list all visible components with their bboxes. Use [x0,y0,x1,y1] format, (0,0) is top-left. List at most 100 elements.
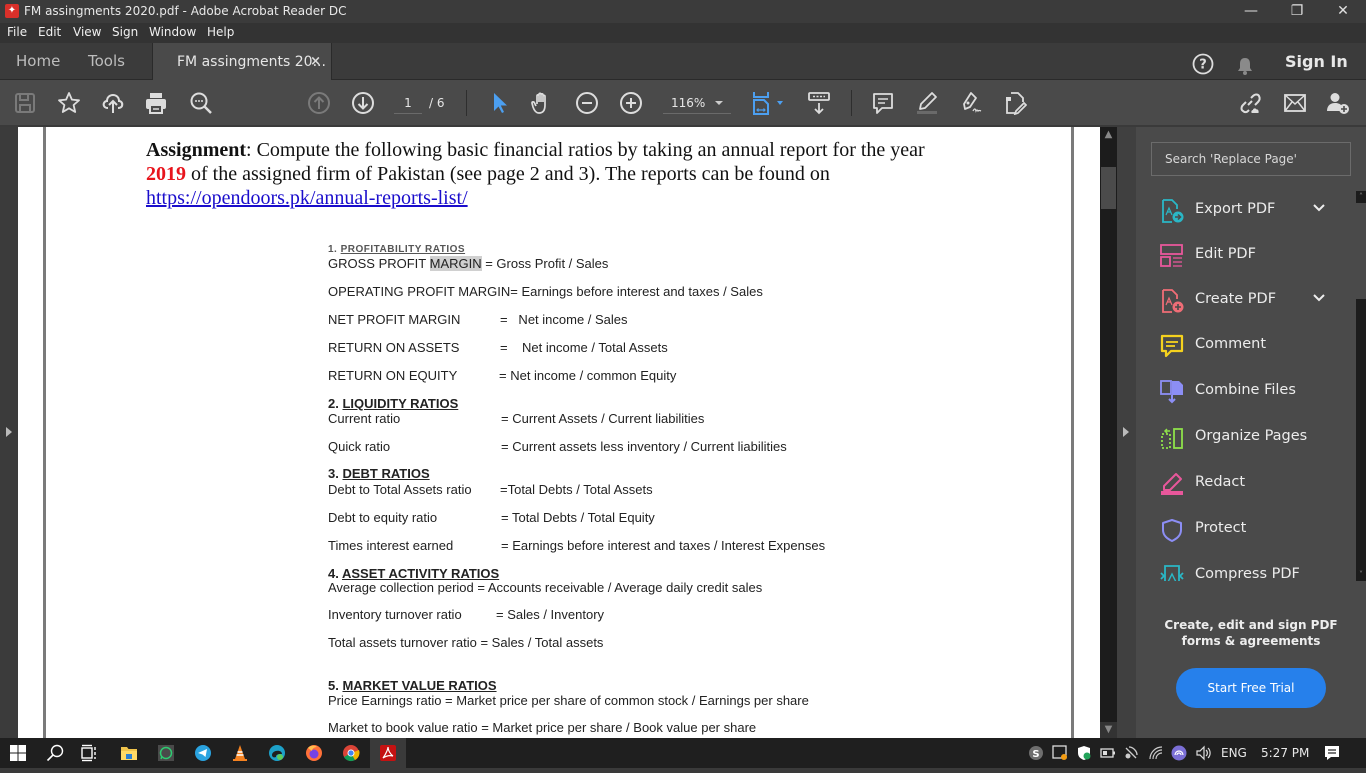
add-user-icon[interactable] [1326,91,1350,115]
zoom-out-icon[interactable] [575,91,599,115]
email-icon[interactable] [1283,91,1307,115]
close-button[interactable]: ✕ [1320,0,1366,23]
tool-edit-pdf[interactable]: Edit PDF [1136,236,1356,276]
search-highlight: MARGIN [429,256,482,271]
zoom-level-select[interactable]: 116% [663,92,731,114]
annual-reports-link[interactable]: https://opendoors.pk/annual-reports-list… [146,187,468,210]
taskbar: S ENG 5:27 PM [0,738,1366,768]
vlc-icon[interactable] [222,738,258,768]
ratio-formula: = Current Assets / Current liabilities [501,411,705,426]
print-icon[interactable] [144,91,168,115]
save-icon[interactable] [13,91,37,115]
ratio-name: RETURN ON EQUITY [328,368,458,383]
tools-search-input[interactable]: Search 'Replace Page' [1151,142,1351,176]
chrome-icon[interactable] [333,738,369,768]
file-explorer-icon[interactable] [111,738,147,768]
security-shield-icon[interactable] [1076,738,1092,768]
page-up-icon[interactable] [307,91,331,115]
tool-compress-pdf[interactable]: Compress PDF [1136,556,1356,581]
zoom-in-icon[interactable] [619,91,643,115]
menu-help[interactable]: Help [207,25,234,39]
promo-line-2: forms & agreements [1181,634,1321,648]
acrobat-taskbar-icon[interactable] [370,738,406,768]
telegram-icon[interactable] [185,738,221,768]
tool-export-pdf[interactable]: Export PDF [1136,191,1356,231]
minimize-button[interactable]: — [1228,0,1274,23]
tab-home[interactable]: Home [16,43,60,80]
bittorrent-icon[interactable] [1171,738,1187,768]
scroll-mode-icon[interactable] [807,91,831,115]
bookmark-star-icon[interactable] [57,91,81,115]
tab-tools[interactable]: Tools [88,43,125,80]
edge-icon[interactable] [259,738,295,768]
tool-protect[interactable]: Protect [1136,510,1356,550]
assignment-label: Assignment [146,139,247,161]
hand-tool-icon[interactable] [530,91,554,115]
page-number-input[interactable]: 1 [394,92,422,114]
firefox-icon[interactable] [296,738,332,768]
scroll-up-icon[interactable]: ˄ [1356,191,1366,203]
close-tab-icon[interactable]: × [310,43,321,81]
menu-view[interactable]: View [73,25,101,39]
volume-icon[interactable] [1195,738,1213,768]
scrollbar-thumb[interactable] [1101,167,1116,209]
scroll-down-icon[interactable]: ▼ [1100,722,1117,738]
search-zoom-icon[interactable] [189,91,213,115]
ratio-formula: =Total Debts / Total Assets [500,482,653,497]
tool-label: Combine Files [1195,382,1296,398]
document-viewport[interactable]: Assignment: Compute the following basic … [0,127,1100,738]
start-free-trial-button[interactable]: Start Free Trial [1176,668,1326,708]
menu-edit[interactable]: Edit [38,25,61,39]
comment-icon[interactable] [871,91,895,115]
skype-icon[interactable]: S [1028,738,1044,768]
page-total: / 6 [429,96,445,110]
title-bar: ✦ FM assingments 2020.pdf - Adobe Acroba… [0,0,1366,23]
share-link-icon[interactable] [1238,91,1262,115]
fit-page-dropdown-icon[interactable] [777,101,783,105]
edit-pdf-icon [1160,244,1183,267]
screen-share-icon[interactable] [1052,738,1068,768]
sign-icon[interactable] [959,91,983,115]
scroll-up-icon[interactable]: ▲ [1100,127,1117,143]
action-center-icon[interactable] [1323,738,1341,768]
left-panel-toggle[interactable] [0,127,18,738]
wifi-icon[interactable] [1148,738,1164,768]
chevron-down-icon[interactable] [1312,201,1326,215]
upload-cloud-icon[interactable] [101,91,125,115]
ratio-formula: = Gross Profit / Sales [481,256,609,271]
fit-page-icon[interactable] [751,91,775,115]
collapse-arrow-icon [1123,427,1129,437]
language-indicator[interactable]: ENG [1221,738,1247,768]
section-heading: 4. ASSET ACTIVITY RATIOS [328,566,499,581]
battery-icon[interactable] [1100,738,1116,768]
menu-window[interactable]: Window [149,25,196,39]
tool-organize-pages[interactable]: Organize Pages [1136,418,1356,458]
tool-combine-files[interactable]: Combine Files [1136,372,1356,412]
search-icon[interactable] [37,738,73,768]
scroll-down-icon[interactable]: ˅ [1356,569,1366,581]
tab-bar: Home Tools FM assingments 20... × ? Sign… [0,43,1366,81]
page-down-icon[interactable] [351,91,375,115]
network-icon[interactable] [1123,738,1139,768]
tools-scrollbar[interactable]: ˄ ˅ [1356,191,1366,581]
tool-comment[interactable]: Comment [1136,326,1356,366]
clock[interactable]: 5:27 PM [1261,738,1309,768]
ratio-row: Price Earnings ratio = Market price per … [328,693,809,708]
tool-redact[interactable]: Redact [1136,464,1356,504]
scrollbar-thumb[interactable] [1356,203,1366,299]
windows-start-icon[interactable] [0,738,36,768]
chevron-down-icon[interactable] [1312,291,1326,305]
highlight-icon[interactable] [915,91,939,115]
task-view-icon[interactable] [71,738,107,768]
right-panel-toggle[interactable] [1117,127,1136,738]
menu-sign[interactable]: Sign [112,25,138,39]
whatsapp-icon[interactable] [148,738,184,768]
sign-in-button[interactable]: Sign In [1285,43,1348,80]
restore-button[interactable]: ❐ [1274,0,1320,23]
tool-create-pdf[interactable]: Create PDF [1136,281,1356,321]
fill-sign-icon[interactable] [1003,91,1027,115]
tab-document[interactable]: FM assingments 20... × [152,43,332,81]
document-scrollbar[interactable]: ▲ ▼ [1100,127,1117,738]
menu-file[interactable]: File [7,25,27,39]
select-cursor-icon[interactable] [488,91,512,115]
